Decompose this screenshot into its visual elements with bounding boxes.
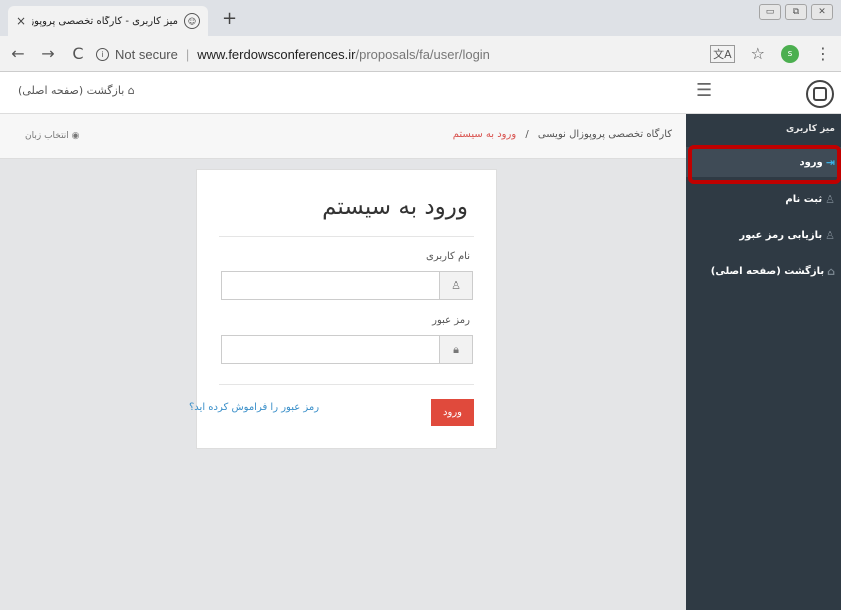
lock-icon: 🔒︎: [439, 336, 472, 363]
url-host: www.ferdowsconferences.ir: [197, 46, 356, 62]
sidebar-heading: میز کاربری: [786, 124, 835, 134]
user-icon: ♙: [439, 272, 472, 299]
back-button[interactable]: ←: [6, 44, 30, 63]
sidebar-item-label: بازیابی رمز عبور: [739, 229, 823, 241]
tab-title: میز کاربری - کارگاه تخصصی پروپوزال نو: [32, 15, 178, 27]
maximize-button[interactable]: ⧉: [785, 4, 807, 20]
breadcrumb-item-workshop[interactable]: کارگاه تخصصی پروپوزال نویسی: [538, 129, 672, 140]
divider: [219, 236, 474, 237]
password-field: 🔒︎: [221, 335, 473, 364]
breadcrumb-separator: /: [525, 129, 529, 140]
browser-tab[interactable]: ☺ میز کاربری - کارگاه تخصصی پروپوزال نو …: [8, 6, 208, 36]
main-content: ◉ انتخاب زبان کارگاه تخصصی پروپوزال نویس…: [0, 114, 686, 610]
site-favicon-icon: ☺: [184, 13, 200, 29]
new-tab-button[interactable]: +: [222, 8, 237, 29]
sidebar-item-password-recovery[interactable]: ♙ بازیابی رمز عبور: [686, 220, 841, 250]
browser-tab-bar: ☺ میز کاربری - کارگاه تخصصی پروپوزال نو …: [0, 0, 841, 36]
security-label: Not secure: [115, 46, 178, 62]
user-icon: ♙: [825, 192, 835, 206]
address-bar: ← → C i Not secure | www.ferdowsconferen…: [0, 36, 841, 72]
breadcrumb-item-current: ورود به سیستم: [452, 129, 517, 140]
highlight-annotation: [688, 145, 841, 184]
divider: [219, 384, 474, 385]
login-card: ورود به سیستم نام کاربری ♙ رمز عبور 🔒︎ و…: [189, 169, 497, 449]
username-input[interactable]: [222, 272, 439, 299]
info-icon[interactable]: i: [96, 47, 109, 61]
username-label: نام کاربری: [426, 251, 470, 262]
url-path: /proposals/fa/user/login: [355, 46, 490, 62]
home-icon: ⌂: [827, 264, 835, 278]
sidebar-item-label: بازگشت (صفحه اصلی): [710, 265, 825, 277]
forward-button[interactable]: →: [36, 44, 60, 63]
site-header: ⌂ بازگشت (صفحه اصلی) ☰: [0, 72, 841, 114]
close-window-button[interactable]: ✕: [811, 4, 833, 20]
page-title: ورود به سیستم: [322, 194, 468, 220]
reload-button[interactable]: C: [66, 44, 90, 63]
bookmark-star-icon[interactable]: ☆: [751, 44, 765, 63]
site-logo[interactable]: [806, 80, 834, 108]
translate-icon[interactable]: 文A: [710, 44, 735, 63]
password-input[interactable]: [222, 336, 439, 363]
tab-close-icon[interactable]: ×: [16, 14, 26, 28]
login-button[interactable]: ورود: [431, 399, 474, 426]
user-icon: ♙: [825, 228, 835, 242]
url-separator: |: [185, 46, 190, 62]
forgot-password-link[interactable]: رمز عبور را فراموش کرده اید؟: [189, 402, 319, 413]
sidebar-item-home[interactable]: ⌂ بازگشت (صفحه اصلی): [686, 256, 841, 286]
hamburger-menu-icon[interactable]: ☰: [696, 80, 712, 101]
browser-actions: 文A ☆ s ⋮: [710, 44, 831, 63]
sidebar: میز کاربری ⇥ ورود ♙ ثبت نام ♙ بازیابی رم…: [686, 114, 841, 610]
logo-mark-icon: [813, 87, 827, 101]
breadcrumb: کارگاه تخصصی پروپوزال نویسی / ورود به سی…: [453, 129, 672, 140]
home-link[interactable]: ⌂ بازگشت (صفحه اصلی): [18, 84, 135, 97]
breadcrumb-bar: ◉ انتخاب زبان کارگاه تخصصی پروپوزال نویس…: [0, 114, 686, 159]
browser-menu-icon[interactable]: ⋮: [815, 44, 831, 63]
profile-avatar[interactable]: s: [781, 44, 799, 63]
sidebar-item-label: ثبت نام: [785, 193, 823, 205]
username-field: ♙: [221, 271, 473, 300]
sidebar-item-register[interactable]: ♙ ثبت نام: [686, 184, 841, 214]
url-field[interactable]: i Not secure | www.ferdowsconferences.ir…: [96, 42, 716, 66]
password-label: رمز عبور: [432, 315, 470, 326]
window-controls: ▭ ⧉ ✕: [759, 4, 833, 20]
language-selector[interactable]: ◉ انتخاب زبان: [25, 131, 80, 141]
minimize-button[interactable]: ▭: [759, 4, 781, 20]
